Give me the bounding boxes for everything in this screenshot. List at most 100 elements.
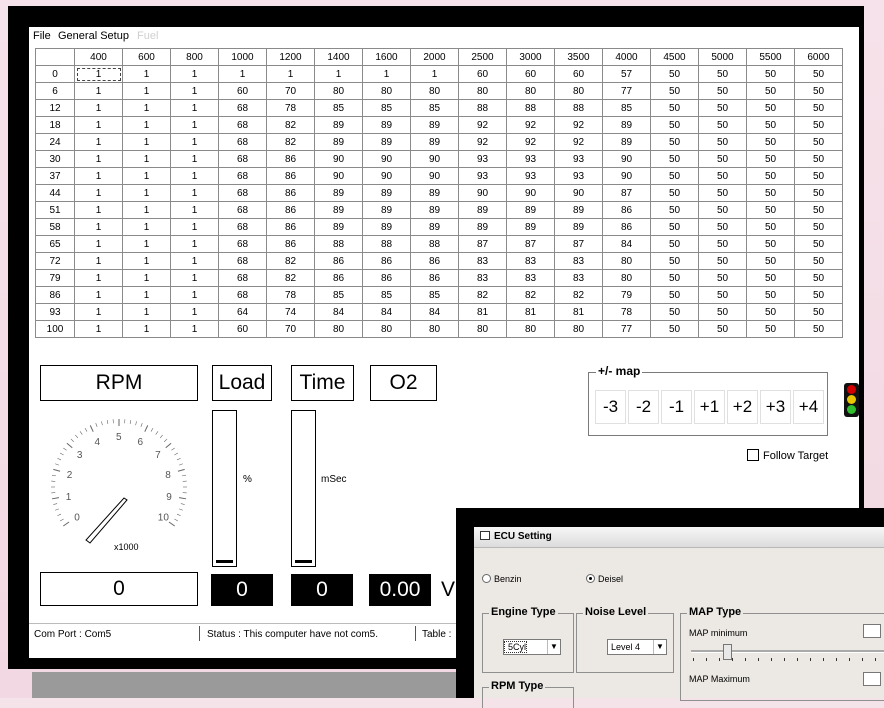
table-cell[interactable]: 87 [603, 185, 651, 202]
table-cell[interactable]: 50 [651, 151, 699, 168]
table-cell[interactable]: 90 [363, 168, 411, 185]
table-cell[interactable]: 88 [315, 236, 363, 253]
table-cell[interactable]: 89 [315, 134, 363, 151]
menu-file[interactable]: File [33, 30, 51, 42]
table-cell[interactable]: 50 [747, 168, 795, 185]
table-cell[interactable]: 89 [363, 185, 411, 202]
engine-type-select[interactable]: 5Cyl ▼ [503, 639, 561, 655]
table-cell[interactable]: 1 [171, 134, 219, 151]
table-cell[interactable]: 50 [795, 66, 843, 83]
table-cell[interactable]: 50 [747, 185, 795, 202]
table-cell[interactable]: 78 [267, 100, 315, 117]
table-cell[interactable]: 1 [171, 253, 219, 270]
table-cell[interactable]: 88 [411, 236, 459, 253]
table-cell[interactable]: 90 [603, 151, 651, 168]
table-cell[interactable]: 64 [219, 304, 267, 321]
table-cell[interactable]: 89 [459, 202, 507, 219]
table-cell[interactable]: 88 [507, 100, 555, 117]
table-cell[interactable]: 50 [651, 236, 699, 253]
table-cell[interactable]: 50 [747, 219, 795, 236]
table-cell[interactable]: 87 [555, 236, 603, 253]
table-cell[interactable]: 50 [795, 202, 843, 219]
table-cell[interactable]: 86 [603, 219, 651, 236]
table-cell[interactable]: 50 [651, 117, 699, 134]
table-cell[interactable]: 50 [747, 117, 795, 134]
table-cell[interactable]: 80 [411, 83, 459, 100]
table-cell[interactable]: 1 [123, 202, 171, 219]
table-cell[interactable]: 50 [699, 117, 747, 134]
table-cell[interactable]: 50 [699, 236, 747, 253]
table-cell[interactable]: 87 [507, 236, 555, 253]
table-cell[interactable]: 1 [123, 236, 171, 253]
table-cell[interactable]: 89 [363, 134, 411, 151]
table-cell[interactable]: 68 [219, 236, 267, 253]
table-cell[interactable]: 89 [411, 134, 459, 151]
table-cell[interactable]: 88 [555, 100, 603, 117]
table-cell[interactable]: 50 [795, 83, 843, 100]
table-cell[interactable]: 81 [459, 304, 507, 321]
table-cell[interactable]: 89 [459, 219, 507, 236]
table-cell[interactable]: 50 [699, 287, 747, 304]
map-minimum-slider[interactable] [691, 650, 884, 653]
map-maximum-input[interactable] [863, 672, 881, 686]
table-cell[interactable]: 83 [507, 253, 555, 270]
table-cell[interactable]: 1 [411, 66, 459, 83]
fuel-deisel-radio[interactable]: Deisel [586, 574, 623, 584]
table-cell[interactable]: 1 [171, 185, 219, 202]
table-cell[interactable]: 50 [651, 83, 699, 100]
table-cell[interactable]: 77 [603, 83, 651, 100]
table-cell[interactable]: 83 [459, 270, 507, 287]
table-cell[interactable]: 50 [651, 287, 699, 304]
map-adjust-button[interactable]: +2 [727, 390, 758, 424]
table-cell[interactable]: 80 [507, 83, 555, 100]
table-cell[interactable]: 50 [699, 321, 747, 338]
table-cell[interactable]: 60 [555, 66, 603, 83]
table-cell[interactable]: 50 [795, 185, 843, 202]
table-cell[interactable]: 1 [123, 151, 171, 168]
map-adjust-button[interactable]: +1 [694, 390, 725, 424]
table-cell[interactable]: 86 [315, 270, 363, 287]
table-cell[interactable]: 90 [363, 151, 411, 168]
table-cell[interactable]: 1 [75, 219, 123, 236]
table-cell[interactable]: 50 [795, 304, 843, 321]
table-cell[interactable]: 50 [747, 321, 795, 338]
table-cell[interactable]: 82 [267, 270, 315, 287]
table-cell[interactable]: 89 [363, 202, 411, 219]
map-adjust-button[interactable]: +3 [760, 390, 791, 424]
table-cell[interactable]: 83 [459, 253, 507, 270]
table-cell[interactable]: 92 [507, 117, 555, 134]
table-cell[interactable]: 92 [459, 117, 507, 134]
chevron-down-icon[interactable]: ▼ [653, 640, 666, 654]
table-cell[interactable]: 50 [747, 151, 795, 168]
table-cell[interactable]: 89 [411, 219, 459, 236]
table-cell[interactable]: 68 [219, 100, 267, 117]
table-cell[interactable]: 50 [795, 287, 843, 304]
table-cell[interactable]: 50 [651, 202, 699, 219]
table-cell[interactable]: 81 [507, 304, 555, 321]
table-cell[interactable]: 68 [219, 168, 267, 185]
table-cell[interactable]: 80 [555, 83, 603, 100]
table-cell[interactable]: 68 [219, 219, 267, 236]
table-cell[interactable]: 80 [603, 270, 651, 287]
table-cell[interactable]: 86 [363, 253, 411, 270]
table-cell[interactable]: 50 [747, 270, 795, 287]
table-cell[interactable]: 1 [75, 168, 123, 185]
table-cell[interactable]: 68 [219, 202, 267, 219]
table-cell[interactable]: 89 [603, 134, 651, 151]
table-cell[interactable]: 83 [555, 270, 603, 287]
table-cell[interactable]: 50 [651, 66, 699, 83]
table-cell[interactable]: 86 [267, 219, 315, 236]
table-cell[interactable]: 50 [795, 219, 843, 236]
table-cell[interactable]: 93 [507, 151, 555, 168]
table-cell[interactable]: 89 [507, 202, 555, 219]
table-cell[interactable]: 82 [267, 253, 315, 270]
table-cell[interactable]: 1 [123, 253, 171, 270]
table-cell[interactable]: 90 [411, 151, 459, 168]
table-cell[interactable]: 50 [795, 321, 843, 338]
table-cell[interactable]: 80 [459, 321, 507, 338]
table-cell[interactable]: 89 [411, 202, 459, 219]
table-cell[interactable]: 50 [699, 134, 747, 151]
table-cell[interactable]: 50 [795, 253, 843, 270]
table-cell[interactable]: 1 [123, 168, 171, 185]
table-cell[interactable]: 68 [219, 117, 267, 134]
